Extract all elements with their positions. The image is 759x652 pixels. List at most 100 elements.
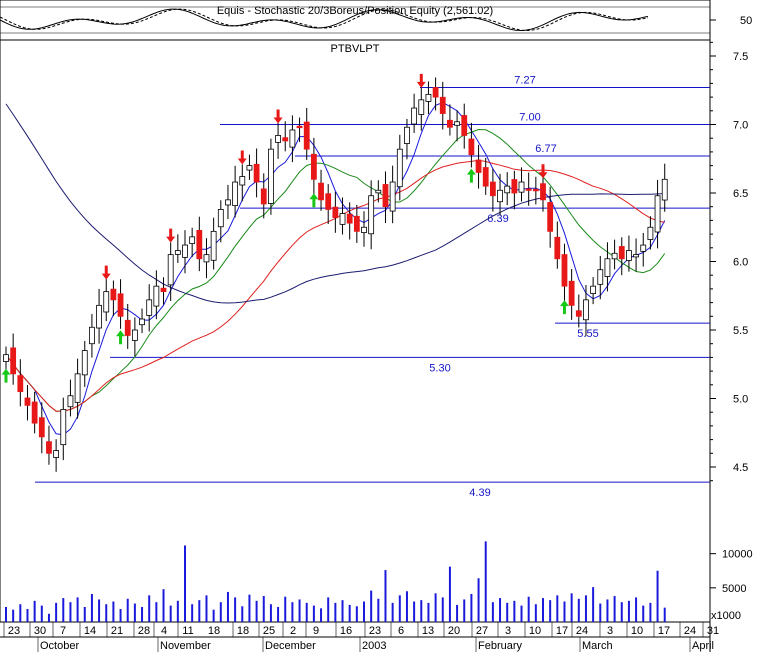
month-label: November: [160, 640, 211, 652]
month-label: 2003: [362, 640, 386, 652]
candle-up: [275, 135, 281, 143]
date-tick-label: 28: [138, 625, 150, 637]
candle-up: [89, 326, 95, 345]
month-label: April: [692, 640, 714, 652]
candle-up: [583, 299, 589, 321]
candle-up: [647, 226, 654, 240]
candle-down: [117, 293, 124, 317]
candle-down: [432, 87, 439, 98]
date-tick-label: 3: [505, 625, 511, 637]
candle-down: [532, 188, 539, 192]
candle-up: [174, 250, 181, 255]
date-tick-label: 4: [161, 625, 167, 637]
candle-up: [203, 254, 210, 263]
candle-up: [232, 181, 239, 206]
candle-up: [217, 209, 224, 228]
candle-down: [482, 167, 489, 187]
candle-up: [454, 121, 460, 126]
candle-up: [153, 285, 160, 307]
candle-down: [325, 193, 332, 210]
candle-up: [189, 236, 196, 244]
month-label: December: [265, 640, 316, 652]
candle-up: [425, 93, 432, 102]
candle-up: [3, 354, 9, 362]
candle-up: [225, 199, 231, 206]
candle-down: [253, 163, 260, 183]
candle-up: [74, 373, 81, 403]
candle-down: [303, 121, 310, 150]
date-tick-label: 16: [340, 625, 352, 637]
candle-up: [96, 304, 102, 329]
candle-up: [375, 189, 382, 194]
candle-up: [604, 258, 611, 277]
candle-down: [124, 319, 131, 336]
price-tick-label: 6.5: [733, 188, 748, 200]
candle-down: [353, 215, 360, 232]
candle-down: [575, 310, 582, 317]
candle-down: [31, 401, 38, 424]
candle-up: [611, 252, 618, 260]
candle-down: [618, 246, 625, 260]
date-tick-label: 14: [84, 625, 96, 637]
date-tick-label: 17: [658, 625, 670, 637]
date-tick-label: 27: [476, 625, 488, 637]
candle-up: [103, 291, 110, 313]
date-tick-label: 23: [369, 625, 381, 637]
candle-up: [633, 254, 639, 258]
price-tick-label: 7.0: [733, 120, 748, 132]
candle-up: [597, 269, 604, 285]
date-tick-label: 17: [556, 625, 568, 637]
candle-down: [196, 229, 203, 260]
date-tick-label: 20: [448, 625, 460, 637]
candle-down: [547, 202, 554, 232]
candle-down: [260, 188, 267, 205]
candle-down: [318, 182, 324, 201]
date-tick-label: 2: [290, 625, 296, 637]
candle-up: [53, 450, 60, 458]
level-label: 4.39: [469, 487, 490, 499]
month-label: February: [478, 640, 523, 652]
date-tick-label: 21: [111, 625, 123, 637]
volume-tick-label: 5000: [722, 583, 746, 595]
candle-down: [568, 280, 575, 306]
candle-up: [131, 329, 138, 341]
candle-up: [626, 250, 632, 261]
candle-down: [475, 159, 482, 173]
volume-unit-label: x1000: [711, 610, 741, 622]
candle-down: [540, 183, 546, 201]
candle-up: [640, 244, 647, 252]
price-chart[interactable]: Equis - Stochastic 20/3Boreus/Position E…: [0, 0, 759, 652]
candle-down: [46, 441, 52, 454]
candle-up: [497, 189, 503, 203]
date-tick-label: 25: [263, 625, 275, 637]
stochastic-title: Equis - Stochastic 20/3Boreus/Position E…: [217, 5, 493, 17]
price-tick-label: 7.5: [733, 51, 748, 63]
stochastic-tick-label: 50: [740, 15, 752, 27]
candle-up: [396, 148, 403, 188]
level-label: 7.27: [514, 75, 535, 87]
date-tick-label: 13: [422, 625, 434, 637]
candle-up: [361, 226, 367, 233]
chart-window: Equis - Stochastic 20/3Boreus/Position E…: [0, 0, 759, 652]
candle-down: [160, 287, 167, 293]
candle-down: [554, 236, 561, 260]
candle-down: [332, 206, 339, 219]
date-tick-label: 10: [631, 625, 643, 637]
candle-up: [504, 185, 511, 194]
date-tick-label: 9: [313, 625, 319, 637]
candle-down: [17, 375, 24, 393]
candle-up: [182, 244, 188, 258]
candle-down: [282, 137, 289, 142]
month-label: October: [40, 640, 79, 652]
candle-down: [525, 188, 532, 191]
candle-up: [81, 350, 88, 376]
symbol-label: PTBVLPT: [331, 43, 380, 55]
candle-down: [468, 138, 475, 156]
candle-up: [210, 230, 217, 261]
level-label: 7.00: [519, 112, 540, 124]
candle-up: [411, 107, 418, 125]
price-tick-label: 4.5: [733, 462, 748, 474]
date-tick-label: 30: [34, 625, 46, 637]
candle-down: [310, 153, 317, 180]
candle-up: [590, 285, 597, 294]
